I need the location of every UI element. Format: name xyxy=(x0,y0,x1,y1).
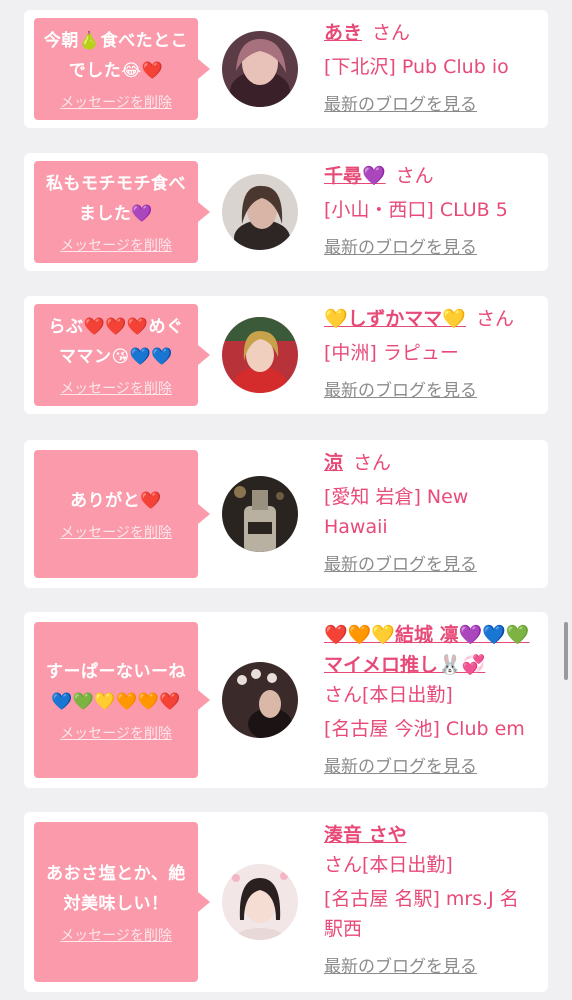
woman-portrait-icon xyxy=(222,317,298,393)
message-bubble: 今朝🍐食べたとこでした😂❤️ メッセージを削除 xyxy=(34,18,210,120)
blog-link[interactable]: 最新のブログを見る xyxy=(324,752,534,782)
avatar[interactable] xyxy=(222,174,298,250)
message-card: ありがと❤️ メッセージを削除 涼さん [愛知 岩倉] New Hawaii 最… xyxy=(24,440,548,588)
blog-link[interactable]: 最新のブログを見る xyxy=(324,376,534,406)
message-bubble: すーぱーないーね💙💚💛🧡🧡❤️ メッセージを削除 xyxy=(34,622,210,778)
host-info: 💛しずかママ💛 さん [中洲] ラピュー 最新のブログを見る xyxy=(324,304,534,406)
honorific-status: さん[本日出勤] xyxy=(324,684,453,706)
host-info: ❤️🧡💛結城 凛💜💙💚マイメロ推し🐰💞 さん[本日出勤] [名古屋 今池] Cl… xyxy=(324,620,534,782)
woman-portrait-icon xyxy=(222,864,298,940)
delete-message-link[interactable]: メッセージを削除 xyxy=(60,378,172,398)
honorific: さん xyxy=(353,452,392,474)
message-bubble: ありがと❤️ メッセージを削除 xyxy=(34,450,210,578)
shop-info: [愛知 岩倉] New Hawaii xyxy=(324,486,469,538)
host-info: 湊音 さや さん[本日出勤] [名古屋 名駅] mrs.J 名駅西 最新のブログ… xyxy=(324,820,534,982)
avatar[interactable] xyxy=(222,662,298,738)
host-name-link[interactable]: 千尋💜 xyxy=(324,165,386,187)
shop-info: [小山・西口] CLUB 5 xyxy=(324,199,508,221)
honorific-status: さん[本日出勤] xyxy=(324,854,453,876)
message-bubble: 私もモチモチ食べました💜 メッセージを削除 xyxy=(34,161,210,263)
message-text: すーぱーないーね💙💚💛🧡🧡❤️ xyxy=(46,662,186,712)
host-info: 涼さん [愛知 岩倉] New Hawaii 最新のブログを見る xyxy=(324,448,534,580)
shop-info: [名古屋 名駅] mrs.J 名駅西 xyxy=(324,888,519,940)
host-name-link[interactable]: ❤️🧡💛結城 凛💜💙💚マイメロ推し🐰💞 xyxy=(324,624,530,676)
shop-info: [名古屋 今池] Club em xyxy=(324,718,525,740)
woman-portrait-icon xyxy=(222,662,298,738)
message-text: あおさ塩とか、絶対美味しい！ xyxy=(46,864,186,914)
avatar[interactable] xyxy=(222,864,298,940)
host-name-link[interactable]: 💛しずかママ💛 xyxy=(324,308,466,330)
host-info: あき さん [下北沢] Pub Club io 最新のブログを見る xyxy=(324,18,534,120)
honorific: さん xyxy=(395,165,434,187)
honorific: さん xyxy=(372,22,411,44)
delete-message-link[interactable]: メッセージを削除 xyxy=(60,522,172,542)
message-card: らぶ❤️❤️❤️めぐママン😘💙💙 メッセージを削除 💛しずかママ💛 さん [中洲]… xyxy=(24,296,548,414)
avatar[interactable] xyxy=(222,476,298,552)
message-list: 今朝🍐食べたとこでした😂❤️ メッセージを削除 あき さん [下北沢] Pub C… xyxy=(0,0,572,1000)
honorific: さん xyxy=(475,308,514,330)
delete-message-link[interactable]: メッセージを削除 xyxy=(60,235,172,255)
delete-message-link[interactable]: メッセージを削除 xyxy=(60,92,172,112)
delete-message-link[interactable]: メッセージを削除 xyxy=(60,925,172,945)
message-text: 私もモチモチ食べました💜 xyxy=(46,174,186,224)
message-card: 今朝🍐食べたとこでした😂❤️ メッセージを削除 あき さん [下北沢] Pub C… xyxy=(24,10,548,128)
shop-info: [下北沢] Pub Club io xyxy=(324,56,509,78)
message-card: あおさ塩とか、絶対美味しい！ メッセージを削除 湊音 さや さん[本日出勤] [… xyxy=(24,812,548,992)
host-name-link[interactable]: 涼 xyxy=(324,452,343,474)
blog-link[interactable]: 最新のブログを見る xyxy=(324,90,534,120)
champagne-bottle-icon xyxy=(222,476,298,552)
message-bubble: らぶ❤️❤️❤️めぐママン😘💙💙 メッセージを削除 xyxy=(34,304,210,406)
host-name-link[interactable]: あき xyxy=(324,22,362,44)
shop-info: [中洲] ラピュー xyxy=(324,342,459,364)
delete-message-link[interactable]: メッセージを削除 xyxy=(60,723,172,743)
host-name-link[interactable]: 湊音 さや xyxy=(324,824,407,846)
message-card: 私もモチモチ食べました💜 メッセージを削除 千尋💜 さん [小山・西口] CLUB… xyxy=(24,153,548,271)
host-info: 千尋💜 さん [小山・西口] CLUB 5 最新のブログを見る xyxy=(324,161,534,263)
woman-portrait-icon xyxy=(222,174,298,250)
message-text: 今朝🍐食べたとこでした😂❤️ xyxy=(43,31,189,81)
message-text: ありがと❤️ xyxy=(70,491,162,511)
avatar[interactable] xyxy=(222,31,298,107)
blog-link[interactable]: 最新のブログを見る xyxy=(324,550,534,580)
message-text: らぶ❤️❤️❤️めぐママン😘💙💙 xyxy=(48,317,184,367)
message-bubble: あおさ塩とか、絶対美味しい！ メッセージを削除 xyxy=(34,822,210,982)
blog-link[interactable]: 最新のブログを見る xyxy=(324,233,534,263)
avatar[interactable] xyxy=(222,317,298,393)
blog-link[interactable]: 最新のブログを見る xyxy=(324,952,534,982)
woman-portrait-icon xyxy=(222,31,298,107)
scrollbar[interactable] xyxy=(564,622,568,680)
message-card: すーぱーないーね💙💚💛🧡🧡❤️ メッセージを削除 ❤️🧡💛結城 凛💜💙💚マイメロ… xyxy=(24,612,548,788)
